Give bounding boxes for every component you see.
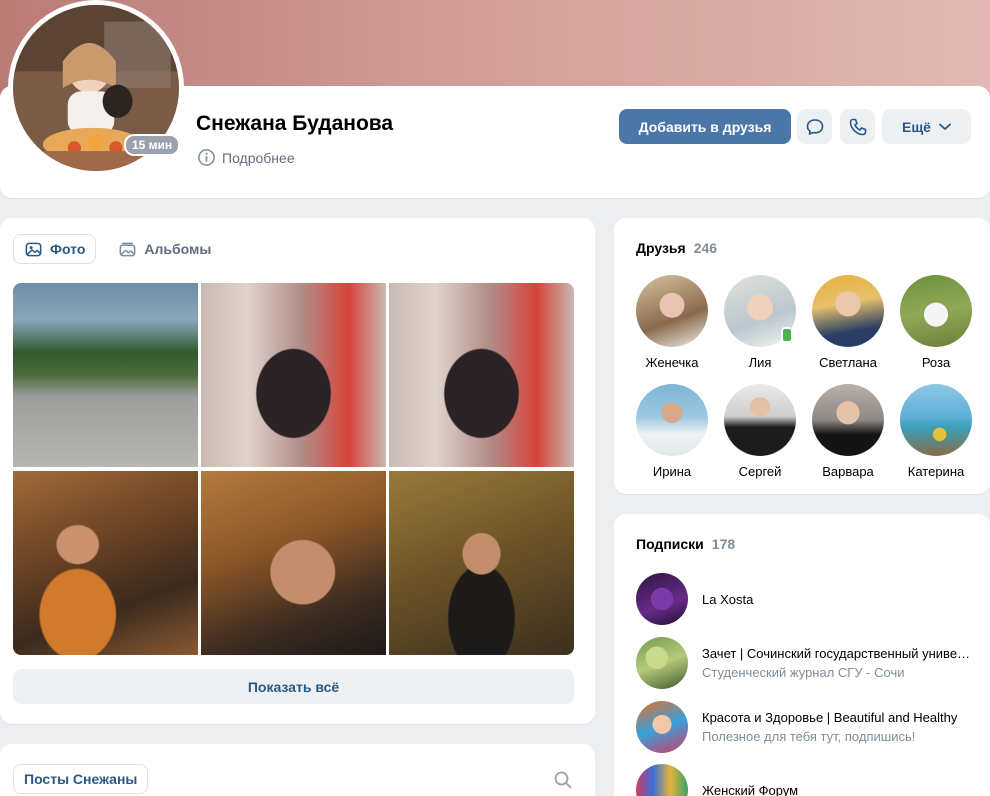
friends-title[interactable]: Друзья 246 xyxy=(636,240,717,256)
friend-avatar xyxy=(724,275,796,347)
subscriptions-section: Подписки 178 La Xosta Зачет | Сочинский … xyxy=(614,514,990,796)
info-icon xyxy=(198,149,215,166)
photo-thumbnail[interactable] xyxy=(389,283,574,467)
subscription-item[interactable]: Женский Форум xyxy=(636,764,976,796)
subscription-avatar xyxy=(636,701,688,753)
friend-avatar xyxy=(900,275,972,347)
friend-name: Лия xyxy=(748,355,772,370)
friends-section: Друзья 246 Женечка Лия Светлана Роза Ири… xyxy=(614,218,990,494)
friend-name: Сергей xyxy=(738,464,782,479)
search-icon[interactable] xyxy=(553,770,573,790)
friend-item[interactable]: Сергей xyxy=(716,384,804,479)
photo-icon xyxy=(25,242,42,256)
photos-section: Фото Альбомы Показать всё xyxy=(0,218,595,724)
subscription-name: Зачет | Сочинский государственный универ… xyxy=(702,646,972,661)
friend-avatar xyxy=(724,384,796,456)
friend-name: Женечка xyxy=(645,355,699,370)
subscription-name: Красота и Здоровье | Beautiful and Healt… xyxy=(702,710,958,725)
tab-photos-label: Фото xyxy=(50,241,86,257)
subscription-text: Женский Форум xyxy=(702,783,972,796)
friend-avatar xyxy=(900,384,972,456)
subscription-avatar xyxy=(636,573,688,625)
friends-grid: Женечка Лия Светлана Роза Ирина Сергей В… xyxy=(628,275,980,479)
tab-photos[interactable]: Фото xyxy=(13,234,97,264)
subscription-name: La Xosta xyxy=(702,591,754,607)
photo-thumbnail[interactable] xyxy=(13,283,198,467)
tab-posts[interactable]: Посты Снежаны xyxy=(13,764,149,794)
friend-avatar xyxy=(636,384,708,456)
subscriptions-title[interactable]: Подписки 178 xyxy=(636,536,735,552)
online-mobile-icon xyxy=(781,327,793,343)
photo-thumbnail[interactable] xyxy=(389,471,574,655)
tab-albums[interactable]: Альбомы xyxy=(108,234,221,264)
subscription-avatar xyxy=(636,637,688,689)
subscription-item[interactable]: Зачет | Сочинский государственный универ… xyxy=(636,637,976,689)
show-all-photos-button[interactable]: Показать всё xyxy=(13,669,574,704)
friends-count: 246 xyxy=(693,240,718,256)
friend-name: Варвара xyxy=(822,464,874,479)
friend-item[interactable]: Лия xyxy=(716,275,804,370)
subscription-name: Женский Форум xyxy=(702,782,799,796)
subscription-text: Красота и Здоровье | Beautiful and Healt… xyxy=(702,710,972,744)
more-actions-label: Ещё xyxy=(902,118,931,135)
subscription-text: Зачет | Сочинский государственный универ… xyxy=(702,646,972,680)
friend-item[interactable]: Роза xyxy=(892,275,980,370)
friends-title-label: Друзья xyxy=(636,240,686,256)
friend-name: Роза xyxy=(921,355,951,370)
online-status-badge: 15 мин xyxy=(124,134,181,156)
friend-item[interactable]: Светлана xyxy=(804,275,892,370)
photo-thumbnail[interactable] xyxy=(201,283,386,467)
posts-section: Посты Снежаны xyxy=(0,744,595,796)
online-status-text: 15 мин xyxy=(126,136,179,154)
photo-thumbnail[interactable] xyxy=(201,471,386,655)
subscriptions-title-label: Подписки xyxy=(636,536,704,552)
profile-name: Снежана Буданова xyxy=(196,112,394,135)
friend-avatar xyxy=(812,275,884,347)
photos-tabs: Фото Альбомы xyxy=(13,234,221,264)
message-icon xyxy=(806,118,823,135)
friend-name: Светлана xyxy=(819,355,877,370)
friend-avatar xyxy=(812,384,884,456)
message-button[interactable] xyxy=(797,109,832,144)
more-info-label: Подробнее xyxy=(222,149,295,166)
friend-item[interactable]: Катерина xyxy=(892,384,980,479)
friend-item[interactable]: Ирина xyxy=(628,384,716,479)
subscription-text: La Xosta xyxy=(702,592,972,607)
subscription-item[interactable]: La Xosta xyxy=(636,573,976,625)
friend-item[interactable]: Варвара xyxy=(804,384,892,479)
albums-icon xyxy=(120,242,136,256)
phone-icon xyxy=(849,118,866,135)
friend-name: Ирина xyxy=(652,464,692,479)
call-button[interactable] xyxy=(840,109,875,144)
subscription-description: Полезное для тебя тут, подпишись! xyxy=(702,729,916,744)
photo-thumbnail[interactable] xyxy=(13,471,198,655)
more-info-link[interactable]: Подробнее xyxy=(197,148,295,167)
friend-item[interactable]: Женечка xyxy=(628,275,716,370)
friend-name: Катерина xyxy=(907,464,965,479)
friend-avatar xyxy=(636,275,708,347)
photo-grid xyxy=(13,283,574,655)
subscription-description: Студенческий журнал СГУ - Сочи xyxy=(702,665,905,680)
subscriptions-count: 178 xyxy=(711,536,736,552)
subscription-item[interactable]: Красота и Здоровье | Beautiful and Healt… xyxy=(636,701,976,753)
chevron-down-icon xyxy=(939,123,951,130)
more-actions-button[interactable]: Ещё xyxy=(882,109,971,144)
add-friend-button[interactable]: Добавить в друзья xyxy=(619,109,791,144)
tab-albums-label: Альбомы xyxy=(144,241,212,257)
subscription-avatar xyxy=(636,764,688,796)
